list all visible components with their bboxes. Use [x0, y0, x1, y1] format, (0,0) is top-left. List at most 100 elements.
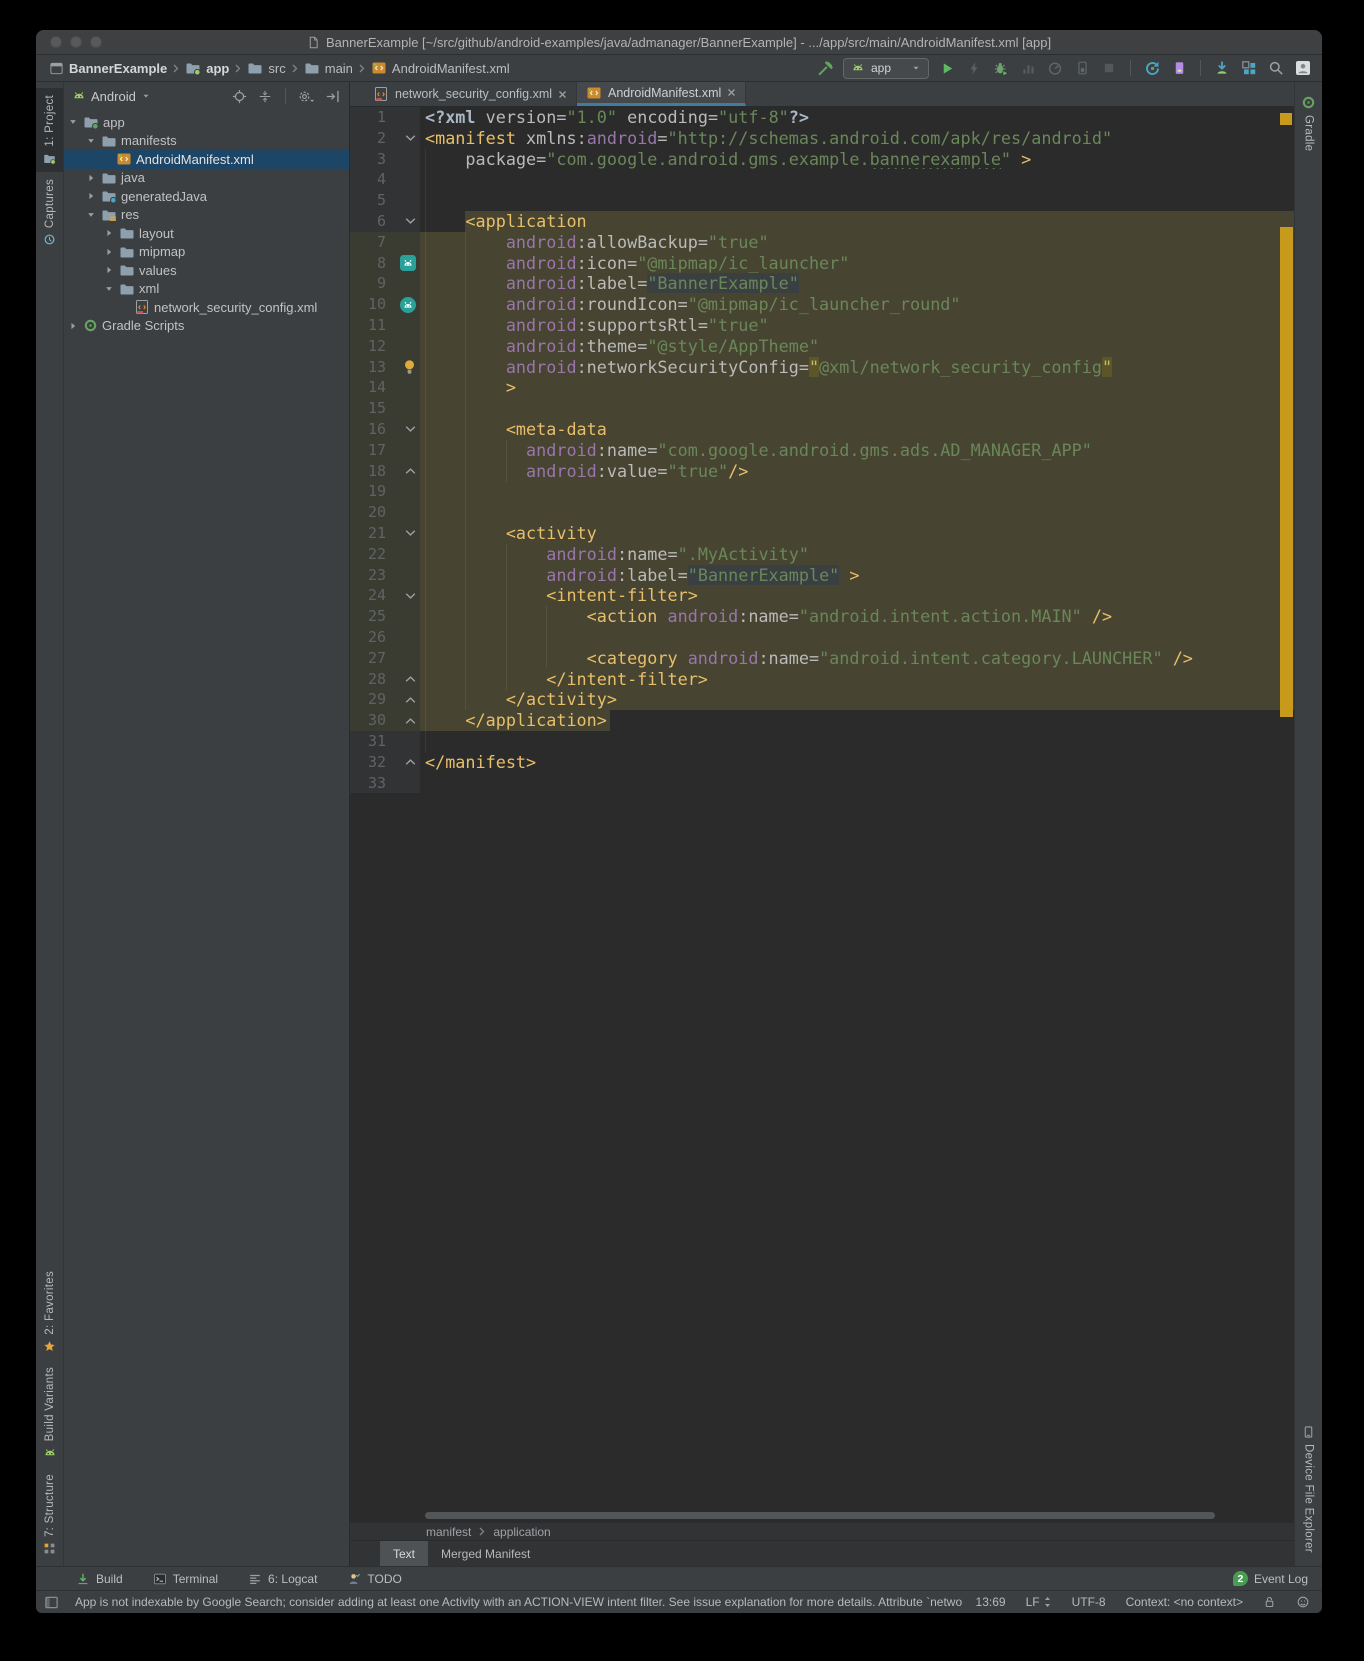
zoom-button[interactable]: [90, 36, 102, 48]
code-line-text[interactable]: <manifest xmlns:android="http://schemas.…: [420, 128, 1294, 149]
line-separator-indicator[interactable]: LF: [1026, 1595, 1052, 1609]
profiler-button[interactable]: [1046, 59, 1064, 77]
gutter-line-15[interactable]: 15: [350, 398, 420, 419]
code-line-text[interactable]: >: [420, 377, 1294, 398]
breadcrumb-application[interactable]: application: [493, 1525, 550, 1539]
gutter-line-6[interactable]: 6: [350, 211, 420, 232]
file-encoding[interactable]: UTF-8: [1072, 1595, 1106, 1609]
code-line-text[interactable]: [420, 190, 1294, 211]
gutter-line-33[interactable]: 33: [350, 773, 420, 794]
debug-button[interactable]: [992, 59, 1010, 77]
editor-tab-network-security-config-xml[interactable]: network_security_config.xml: [364, 82, 577, 106]
gutter-line-2[interactable]: 2: [350, 128, 420, 149]
code-line-text[interactable]: android:allowBackup="true": [420, 232, 1294, 253]
stop-button[interactable]: [1100, 59, 1118, 77]
split-button[interactable]: [256, 87, 274, 105]
code-line-text[interactable]: [420, 169, 1294, 190]
tree-item-app[interactable]: app: [64, 113, 349, 132]
sync-gradle-button[interactable]: [1143, 59, 1161, 77]
android-sq-icon[interactable]: [400, 255, 416, 271]
gutter-line-26[interactable]: 26: [350, 627, 420, 648]
gutter-line-7[interactable]: 7: [350, 232, 420, 253]
gutter-line-1[interactable]: 1: [350, 107, 420, 128]
code-line-text[interactable]: android:theme="@style/AppTheme": [420, 336, 1294, 357]
context-indicator[interactable]: Context: <no context>: [1126, 1595, 1243, 1609]
run-configuration-selector[interactable]: app: [843, 58, 929, 79]
code-line-text[interactable]: package="com.google.android.gms.example.…: [420, 149, 1294, 170]
gutter-line-8[interactable]: 8: [350, 253, 420, 274]
code-line-text[interactable]: android:value="true"/>: [420, 461, 1294, 482]
tree-item-res[interactable]: res: [64, 206, 349, 225]
hide-button[interactable]: [323, 87, 341, 105]
gutter-line-21[interactable]: 21: [350, 523, 420, 544]
gutter-line-20[interactable]: 20: [350, 502, 420, 523]
chevron-expanded-icon[interactable]: [102, 284, 115, 294]
gutter-line-32[interactable]: 32: [350, 752, 420, 773]
gutter-line-3[interactable]: 3: [350, 149, 420, 170]
gutter-line-31[interactable]: 31: [350, 731, 420, 752]
code-line-text[interactable]: [420, 627, 1294, 648]
gutter-line-28[interactable]: 28: [350, 669, 420, 690]
chevron-expanded-icon[interactable]: [84, 210, 97, 220]
gutter-line-25[interactable]: 25: [350, 606, 420, 627]
chevron-collapsed-icon[interactable]: [84, 173, 97, 183]
tool-window-button-device-file-explorer[interactable]: Device File Explorer: [1295, 1418, 1322, 1560]
tree-item-network-security-config-xml[interactable]: network_security_config.xml: [64, 298, 349, 317]
tool-window-button-build-variants[interactable]: Build Variants: [36, 1360, 63, 1467]
chevron-collapsed-icon[interactable]: [84, 191, 97, 201]
search-everywhere-button[interactable]: [1267, 59, 1285, 77]
tool-window-button-6-logcat[interactable]: 6: Logcat: [248, 1572, 317, 1586]
title-bar[interactable]: BannerExample [~/src/github/android-exam…: [36, 30, 1322, 55]
code-line-text[interactable]: <activity: [420, 523, 1294, 544]
code-line-text[interactable]: android:icon="@mipmap/ic_launcher": [420, 253, 1294, 274]
tree-item-manifests[interactable]: manifests: [64, 132, 349, 151]
tree-item-androidmanifest-xml[interactable]: AndroidManifest.xml: [64, 150, 349, 169]
gutter-line-13[interactable]: 13: [350, 357, 420, 378]
gutter-line-24[interactable]: 24: [350, 585, 420, 606]
code-line-text[interactable]: android:supportsRtl="true": [420, 315, 1294, 336]
fold-down-icon[interactable]: [405, 134, 416, 142]
code-line-text[interactable]: [420, 481, 1294, 502]
breadcrumb-item-main[interactable]: main: [301, 60, 356, 76]
locate-button[interactable]: [230, 87, 248, 105]
gutter-line-12[interactable]: 12: [350, 336, 420, 357]
fold-up-icon[interactable]: [405, 717, 416, 725]
gutter-line-17[interactable]: 17: [350, 440, 420, 461]
settings-button[interactable]: [297, 87, 315, 105]
gutter-line-16[interactable]: 16: [350, 419, 420, 440]
tree-item-generatedjava[interactable]: generatedJava: [64, 187, 349, 206]
code-line-text[interactable]: <intent-filter>: [420, 585, 1294, 606]
fold-down-icon[interactable]: [405, 425, 416, 433]
code-line-text[interactable]: <meta-data: [420, 419, 1294, 440]
code-line-text[interactable]: <category android:name="android.intent.c…: [420, 648, 1294, 669]
build-hammer-button[interactable]: [816, 59, 834, 77]
gutter-line-14[interactable]: 14: [350, 377, 420, 398]
gutter-line-18[interactable]: 18: [350, 461, 420, 482]
tree-item-java[interactable]: java: [64, 169, 349, 188]
sdk-manager-button[interactable]: [1213, 59, 1231, 77]
chevron-collapsed-icon[interactable]: [66, 321, 79, 331]
chevron-collapsed-icon[interactable]: [102, 228, 115, 238]
code-line-text[interactable]: android:name=".MyActivity": [420, 544, 1294, 565]
code-line-text[interactable]: <?xml version="1.0" encoding="utf-8"?>: [420, 107, 1294, 128]
gutter-line-30[interactable]: 30: [350, 710, 420, 731]
code-line-text[interactable]: android:label="BannerExample": [420, 273, 1294, 294]
fold-down-icon[interactable]: [405, 529, 416, 537]
code-line-text[interactable]: </application>: [420, 710, 1294, 731]
apply-changes-button[interactable]: [965, 59, 983, 77]
breadcrumb-manifest[interactable]: manifest: [426, 1525, 471, 1539]
gutter-line-5[interactable]: 5: [350, 190, 420, 211]
gutter-line-9[interactable]: 9: [350, 273, 420, 294]
error-stripe-mark[interactable]: [1280, 113, 1292, 125]
code-line-text[interactable]: android:networkSecurityConfig="@xml/netw…: [420, 357, 1294, 378]
tool-window-button-1-project[interactable]: 1: Project: [36, 88, 63, 172]
fold-up-icon[interactable]: [405, 696, 416, 704]
breadcrumb-item-src[interactable]: src: [244, 60, 288, 76]
chevron-expanded-icon[interactable]: [84, 136, 97, 146]
code-line-text[interactable]: [420, 502, 1294, 523]
code-line-text[interactable]: android:label="BannerExample" >: [420, 565, 1294, 586]
tool-window-button-gradle[interactable]: Gradle: [1295, 88, 1322, 158]
gutter-line-23[interactable]: 23: [350, 565, 420, 586]
view-tab-text[interactable]: Text: [380, 1541, 428, 1566]
event-log-button[interactable]: 2 Event Log: [1233, 1571, 1308, 1586]
